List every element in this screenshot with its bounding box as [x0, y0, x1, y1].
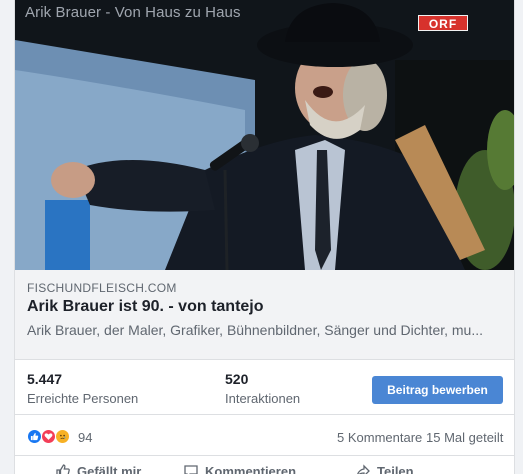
interactions-label: Interaktionen: [225, 391, 301, 406]
link-description: Arik Brauer, der Maler, Grafiker, Bühnen…: [27, 322, 484, 338]
boost-post-button[interactable]: Beitrag bewerben: [372, 376, 503, 404]
shares-count[interactable]: 15 Mal geteilt: [426, 430, 503, 445]
link-title[interactable]: Arik Brauer ist 90. - von tantejo: [27, 298, 264, 316]
comment-icon: [184, 465, 198, 474]
reactions-bar: 94 5 Kommentare 15 Mal geteilt: [15, 416, 514, 456]
post-card: Arik Brauer - Von Haus zu Haus ORF FISCH…: [14, 0, 515, 474]
thumbs-up-icon: [56, 464, 70, 474]
post-actions: Gefällt mir Kommentieren Teilen: [15, 457, 514, 474]
link-domain: FISCHUNDFLEISCH.COM: [27, 281, 177, 295]
like-action-button[interactable]: Gefällt mir: [55, 463, 141, 474]
feed-background-left: [0, 0, 14, 474]
comment-action-button[interactable]: Kommentieren: [183, 463, 296, 474]
reach-label: Erreichte Personen: [27, 391, 139, 406]
love-icon[interactable]: [41, 429, 56, 444]
comments-count[interactable]: 5 Kommentare: [337, 430, 422, 445]
post-insights: 5.447 Erreichte Personen 520 Interaktion…: [15, 361, 514, 415]
link-preview[interactable]: FISCHUNDFLEISCH.COM Arik Brauer ist 90. …: [15, 270, 514, 360]
feed-background-right: [515, 0, 523, 474]
video-overlay-title: Arik Brauer - Von Haus zu Haus: [25, 4, 241, 21]
video-thumbnail[interactable]: Arik Brauer - Von Haus zu Haus ORF: [15, 0, 514, 270]
share-action-button[interactable]: Teilen: [355, 463, 414, 474]
share-icon: [357, 464, 370, 474]
sad-icon[interactable]: [55, 429, 70, 444]
share-action-label: Teilen: [377, 464, 414, 474]
video-still-image: [15, 0, 514, 270]
channel-logo: ORF: [418, 15, 468, 31]
interactions-count[interactable]: 520: [225, 371, 248, 387]
like-action-label: Gefällt mir: [77, 464, 142, 474]
comment-action-label: Kommentieren: [205, 464, 297, 474]
reaction-count[interactable]: 94: [78, 430, 92, 445]
reach-count[interactable]: 5.447: [27, 371, 62, 387]
like-icon[interactable]: [27, 429, 42, 444]
